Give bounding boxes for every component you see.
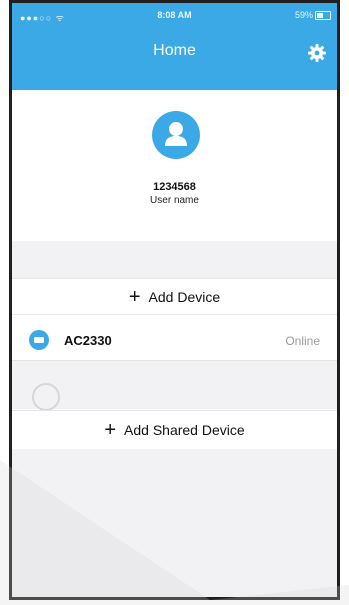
header-bar: ●●●○○ ᯤ 8:08 AM 59% Home [12, 3, 337, 90]
battery-icon [315, 11, 331, 20]
section-divider [12, 361, 337, 409]
gear-icon[interactable] [307, 43, 327, 63]
add-device-label: Add Device [148, 288, 221, 305]
device-list-item[interactable]: AC2330 Online [12, 318, 337, 361]
plus-icon: + [128, 285, 141, 308]
battery-percent: 59% [294, 10, 313, 20]
watermark-logo [32, 383, 60, 411]
status-time: 8:08 AM [157, 10, 192, 20]
user-id: 1234568 [153, 181, 196, 193]
device-name: AC2330 [64, 333, 112, 348]
status-bar: ●●●○○ ᯤ 8:08 AM 59% [12, 3, 337, 27]
page-title: Home [153, 42, 196, 59]
app-screen: ●●●○○ ᯤ 8:08 AM 59% Home 1234568 User na… [0, 0, 349, 605]
user-name: User name [150, 195, 199, 206]
air-conditioner-icon [29, 330, 49, 350]
empty-area [12, 449, 337, 597]
profile-section: 1234568 User name [12, 90, 337, 241]
section-divider [12, 241, 337, 278]
add-shared-device-button[interactable]: + Add Shared Device [12, 410, 337, 450]
add-shared-device-label: Add Shared Device [124, 422, 245, 438]
add-device-button[interactable]: + Add Device [12, 278, 337, 315]
person-icon[interactable] [152, 111, 200, 159]
phone-frame: ●●●○○ ᯤ 8:08 AM 59% Home 1234568 User na… [9, 0, 340, 600]
device-status: Online [285, 334, 320, 348]
plus-icon: + [104, 419, 117, 441]
